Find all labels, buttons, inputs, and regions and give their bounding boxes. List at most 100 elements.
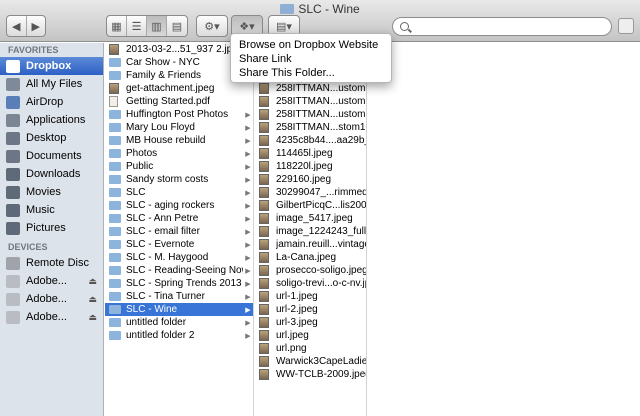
file-row[interactable]: Mary Lou Floyd ▶ <box>105 121 253 134</box>
folder-icon <box>280 4 295 14</box>
file-row[interactable]: Sandy storm costs ▶ <box>105 173 253 186</box>
file-row[interactable]: image_1224243_full.jpeg <box>255 225 366 238</box>
file-row[interactable]: Public ▶ <box>105 160 253 173</box>
sidebar-item[interactable]: Pictures <box>0 219 103 237</box>
sidebar-item-label: Adobe... <box>26 275 67 287</box>
list-view-button[interactable]: ☰ <box>127 16 147 36</box>
icon-view-button[interactable]: ▦ <box>107 16 127 36</box>
file-row[interactable]: SLC - email filter ▶ <box>105 225 253 238</box>
sidebar-item[interactable]: Movies <box>0 183 103 201</box>
file-name: url-3.jpeg <box>276 317 318 328</box>
file-row[interactable]: MB House rebuild ▶ <box>105 134 253 147</box>
sidebar-item[interactable]: Music <box>0 201 103 219</box>
file-row[interactable]: 258ITTMAN...ustom8.jpeg <box>255 108 366 121</box>
browser-column-2[interactable]: 258ITTMAN...ustom10.jpeg 258ITTMAN...usto… <box>255 43 367 416</box>
file-row[interactable]: Huffington Post Photos ▶ <box>105 108 253 121</box>
sidebar-item[interactable]: Downloads <box>0 165 103 183</box>
sidebar-item[interactable]: Adobe... ⏏ <box>0 290 103 308</box>
file-name: url.jpeg <box>276 330 309 341</box>
file-row[interactable]: 118220l.jpeg <box>255 160 366 173</box>
folder-icon <box>109 175 121 184</box>
dropbox-menu-item[interactable]: Browse on Dropbox Website <box>231 38 391 52</box>
file-row[interactable]: 258ITTMAN...ustom3.jpeg <box>255 95 366 108</box>
file-row[interactable]: SLC ▶ <box>105 186 253 199</box>
file-name: SLC - Spring Trends 2013 <box>126 278 242 289</box>
file-row[interactable]: SLC - Reading-Seeing Now ▶ <box>105 264 253 277</box>
column-view-button[interactable]: ▥ <box>147 16 167 36</box>
search-box[interactable] <box>392 17 612 36</box>
image-file-icon <box>259 148 269 159</box>
file-row[interactable]: image_5417.jpeg <box>255 212 366 225</box>
file-row[interactable]: SLC - aging rockers ▶ <box>105 199 253 212</box>
dropbox-menu-item[interactable]: Share This Folder... <box>231 66 391 80</box>
folder-icon <box>109 331 121 340</box>
file-row[interactable]: La-Cana.jpeg <box>255 251 366 264</box>
eject-icon[interactable]: ⏏ <box>88 276 97 287</box>
coverflow-view-button[interactable]: ▤ <box>167 16 187 36</box>
dropbox-icon: ❖▾ <box>239 20 255 33</box>
disclosure-arrow-icon: ▶ <box>245 202 251 210</box>
sidebar-item[interactable]: Remote Disc <box>0 254 103 272</box>
file-row[interactable]: Photos ▶ <box>105 147 253 160</box>
file-row[interactable]: WW-TCLB-2009.jpeg <box>255 368 366 381</box>
file-row[interactable]: url-3.jpeg <box>255 316 366 329</box>
sidebar-item[interactable]: All My Files <box>0 75 103 93</box>
dropbox-menu: Browse on Dropbox Website Share Link Share… <box>230 33 392 83</box>
browser-column-3[interactable] <box>368 43 640 416</box>
file-row[interactable]: SLC - Spring Trends 2013 ▶ <box>105 277 253 290</box>
file-row[interactable]: 114465l.jpeg <box>255 147 366 160</box>
sidebar-item[interactable]: AirDrop <box>0 93 103 111</box>
file-row[interactable]: url.jpeg <box>255 329 366 342</box>
toolbar-toggle-button[interactable] <box>618 18 634 34</box>
chevron-right-icon: ▶ <box>31 20 40 33</box>
dropbox-menu-item[interactable]: Share Link <box>231 52 391 66</box>
sidebar-item[interactable]: Adobe... ⏏ <box>0 308 103 326</box>
file-row[interactable]: 258ITTMAN...ustom10.jpeg <box>255 82 366 95</box>
folder-icon <box>109 305 121 314</box>
file-row[interactable]: SLC - Evernote ▶ <box>105 238 253 251</box>
image-file-icon <box>259 187 269 198</box>
search-input[interactable] <box>413 19 603 34</box>
file-row[interactable]: SLC - Wine ▶ <box>105 303 253 316</box>
file-row[interactable]: prosecco-soligo.jpeg <box>255 264 366 277</box>
image-file-icon <box>109 83 119 94</box>
file-row[interactable]: jamain.reuill...vintage.jpeg <box>255 238 366 251</box>
forward-button[interactable]: ▶ <box>27 16 46 36</box>
sidebar-item[interactable]: Documents <box>0 147 103 165</box>
drive-icon <box>6 292 20 306</box>
file-row[interactable]: url-1.jpeg <box>255 290 366 303</box>
file-row[interactable]: 4235c8b44....aa29b_s.jpeg <box>255 134 366 147</box>
image-file-icon <box>259 226 269 237</box>
file-row[interactable]: SLC - Tina Turner ▶ <box>105 290 253 303</box>
file-row[interactable]: SLC - Ann Petre ▶ <box>105 212 253 225</box>
file-row[interactable]: SLC - M. Haygood ▶ <box>105 251 253 264</box>
eject-icon[interactable]: ⏏ <box>88 312 97 323</box>
eject-icon[interactable]: ⏏ <box>88 294 97 305</box>
sidebar-item[interactable]: Dropbox <box>0 57 103 75</box>
file-row[interactable]: soligo-trevi...o-c-nv.jpeg <box>255 277 366 290</box>
drive-icon <box>6 274 20 288</box>
file-row[interactable]: 229160.jpeg <box>255 173 366 186</box>
file-row[interactable]: 30299047_...rimmed.jpeg <box>255 186 366 199</box>
file-row[interactable]: untitled folder 2 ▶ <box>105 329 253 342</box>
file-name: url-1.jpeg <box>276 291 318 302</box>
back-button[interactable]: ◀ <box>7 16 27 36</box>
sidebar-item[interactable]: Applications <box>0 111 103 129</box>
file-row[interactable]: get-attachment.jpeg <box>105 82 253 95</box>
action-button[interactable]: ⚙▾ <box>197 16 227 36</box>
browser-column-1[interactable]: 2013-03-2...51_937 2.jpgCar Show - NYC▶F… <box>105 43 254 416</box>
file-row[interactable]: Getting Started.pdf <box>105 95 253 108</box>
file-row[interactable]: url-2.jpeg <box>255 303 366 316</box>
file-row[interactable]: untitled folder ▶ <box>105 316 253 329</box>
file-name: 258ITTMAN...stom10.jpeg <box>276 122 366 133</box>
disclosure-arrow-icon: ▶ <box>245 306 251 314</box>
file-row[interactable]: Warwick3CapeLadies.png <box>255 355 366 368</box>
sidebar-item[interactable]: Desktop <box>0 129 103 147</box>
file-row[interactable]: url.png <box>255 342 366 355</box>
sidebar-item[interactable]: Adobe... ⏏ <box>0 272 103 290</box>
folder-icon <box>109 279 121 288</box>
file-row[interactable]: GilbertPicqC...lis2008.jpeg <box>255 199 366 212</box>
action-menu-button[interactable]: ⚙▾ <box>196 15 228 37</box>
folder-icon <box>109 71 121 80</box>
file-row[interactable]: 258ITTMAN...stom10.jpeg <box>255 121 366 134</box>
